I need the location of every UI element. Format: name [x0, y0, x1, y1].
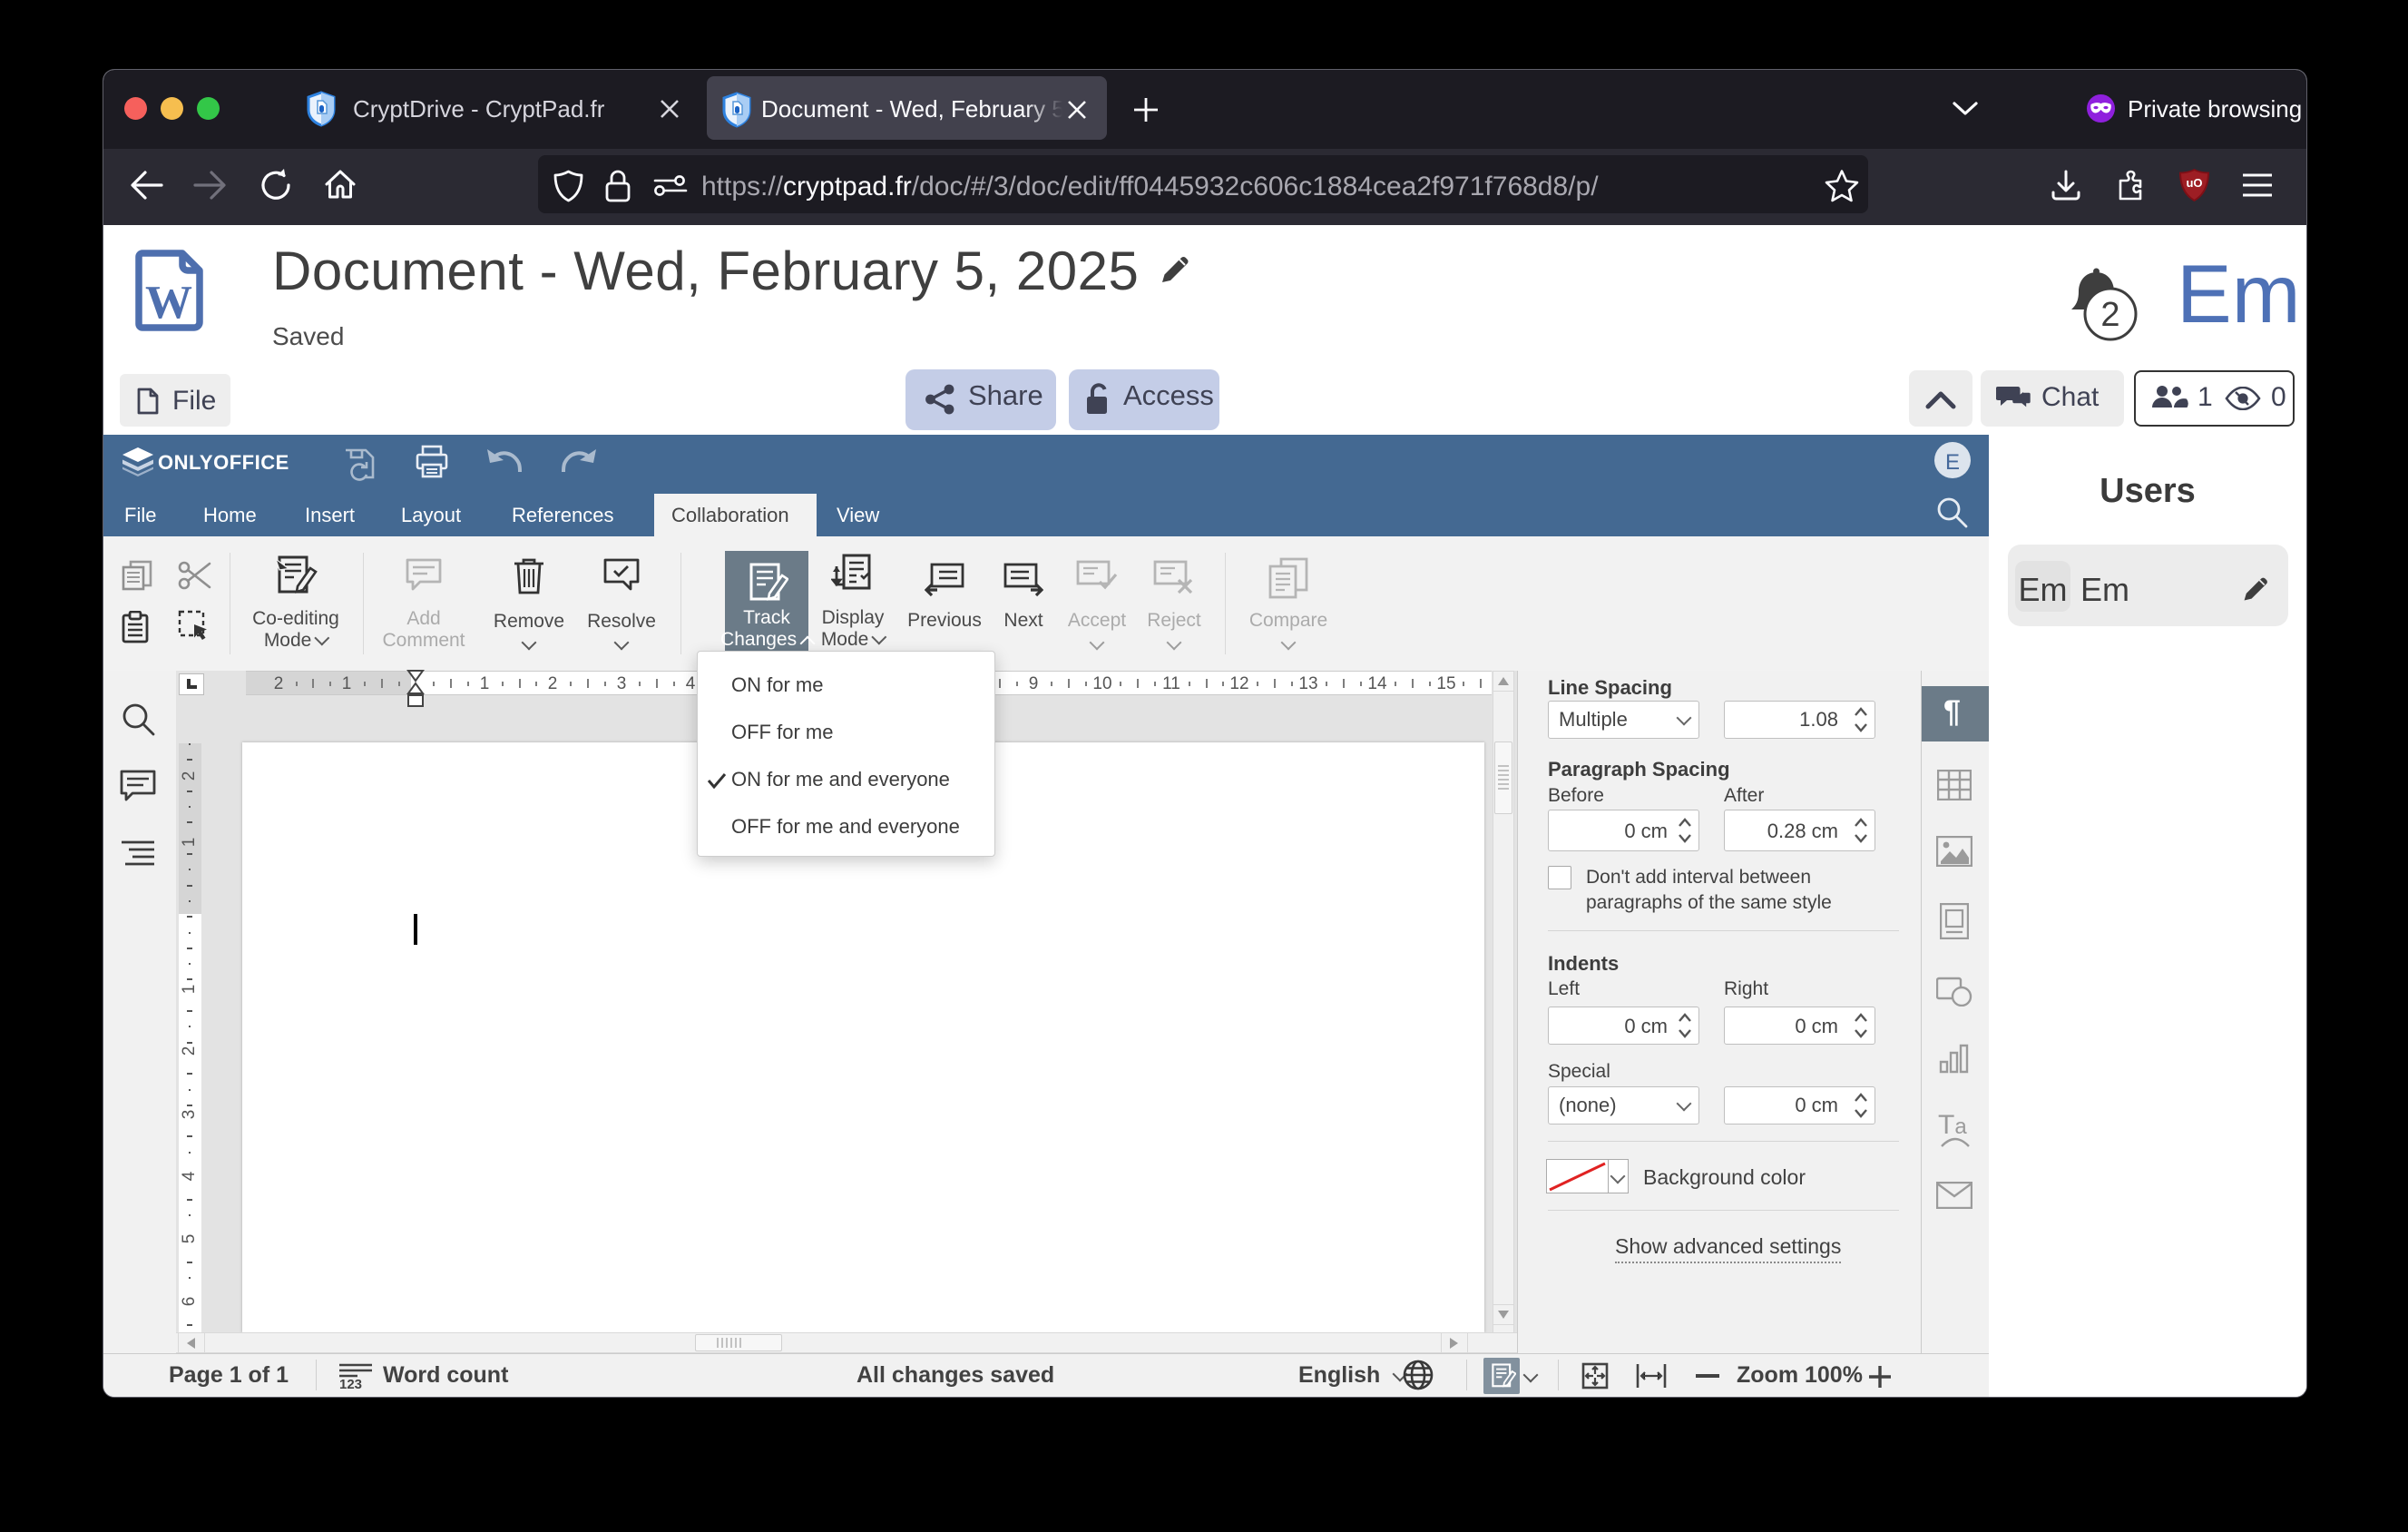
svg-text:W: W: [145, 277, 192, 329]
svg-text:123: 123: [339, 1377, 362, 1390]
svg-text:2: 2: [2100, 296, 2119, 334]
